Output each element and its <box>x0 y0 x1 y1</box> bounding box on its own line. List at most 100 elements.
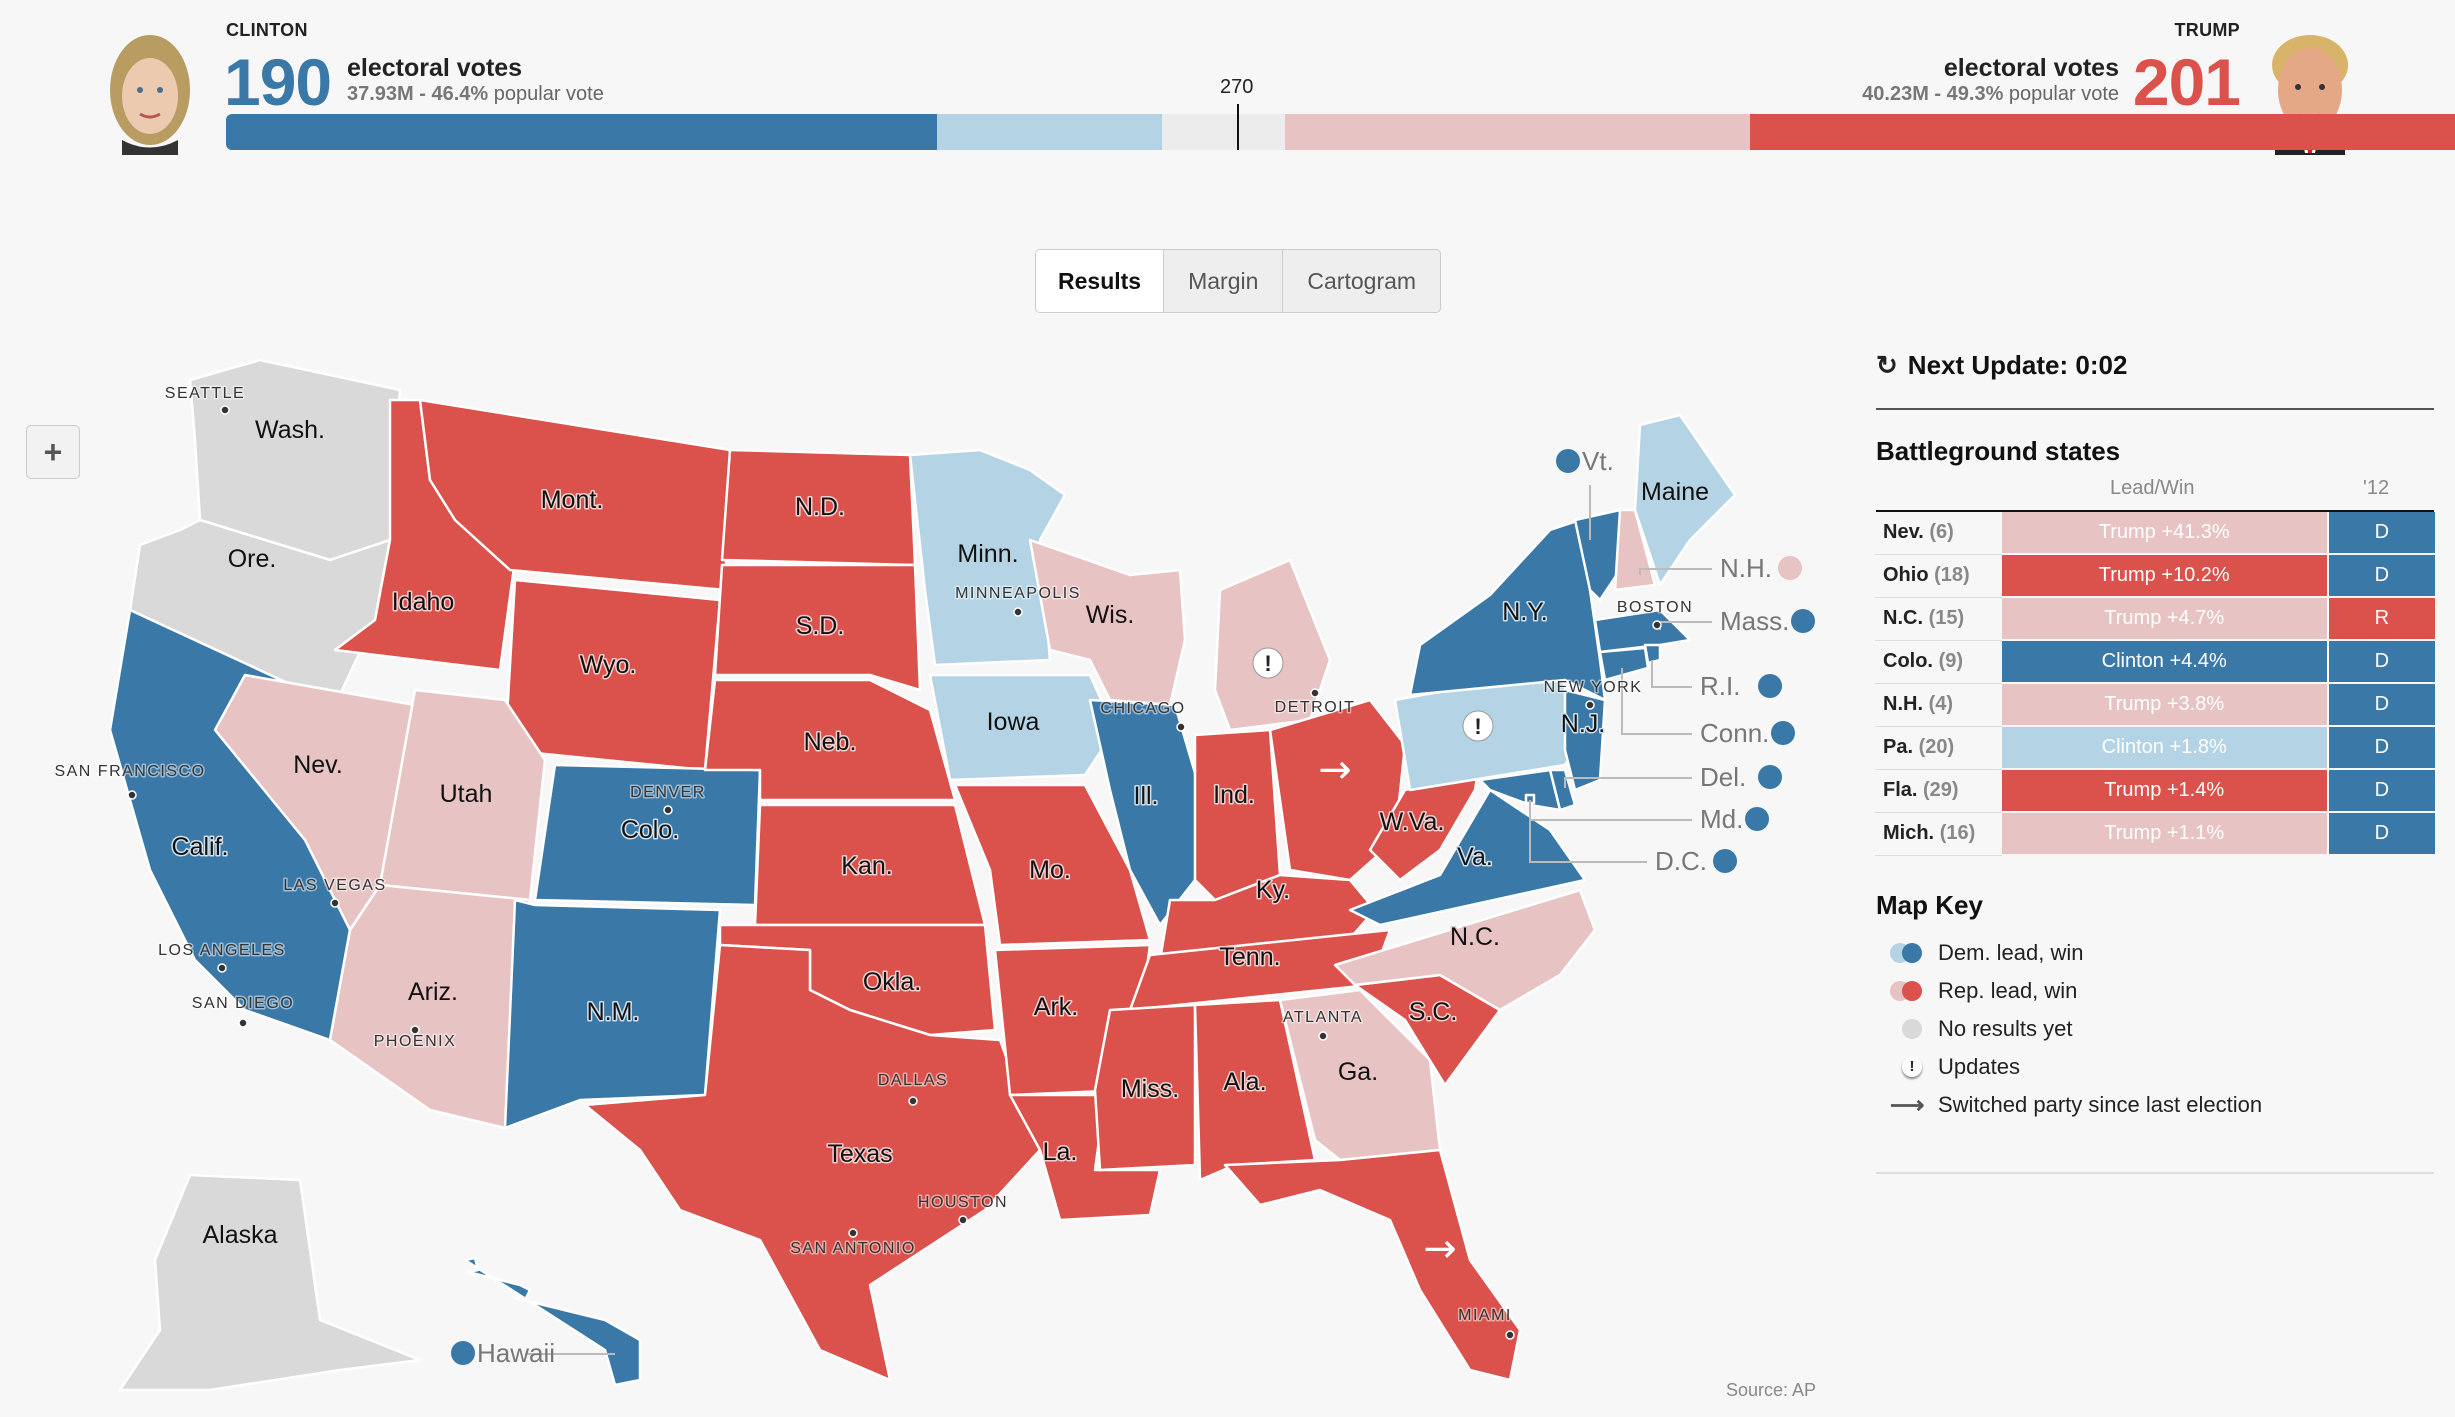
state-label: Mont. <box>541 486 604 514</box>
map-key-item: ⟶ Switched party since last election <box>1890 1090 2262 1120</box>
state-label: Iowa <box>987 708 1040 736</box>
state-label: Ariz. <box>408 978 458 1006</box>
state-label: N.M. <box>587 998 640 1026</box>
state-label: Idaho <box>392 588 455 616</box>
map-key-label: Updates <box>1938 1054 2020 1079</box>
city-label: BOSTON <box>1617 599 1693 616</box>
city-label: HOUSTON <box>918 1194 1008 1211</box>
map-key-title: Map Key <box>1876 890 1983 920</box>
state-label: Miss. <box>1121 1075 1179 1103</box>
city-dot <box>1013 607 1023 617</box>
city-dot <box>1585 700 1595 710</box>
city-dot <box>127 790 137 800</box>
row-lead: Trump +4.7% <box>2001 597 2328 641</box>
city-dot <box>238 1018 248 1028</box>
state-label: Ga. <box>1338 1058 1378 1086</box>
refresh-icon[interactable]: ↻ <box>1876 350 1898 381</box>
map-key-item: ! Updates <box>1890 1052 2020 1082</box>
state-conn[interactable] <box>1598 646 1650 682</box>
state-status-dot[interactable] <box>1745 807 1769 831</box>
state-status-dot[interactable] <box>1758 674 1782 698</box>
city-label: ATLANTA <box>1283 1009 1363 1026</box>
city-label: SAN ANTONIO <box>790 1240 916 1257</box>
row-lead: Clinton +1.8% <box>2001 726 2328 770</box>
battleground-row[interactable]: N.C. (15) Trump +4.7% R <box>1875 597 2435 641</box>
col-prev-header: '12 <box>2363 477 2390 499</box>
state-status-dot[interactable] <box>1556 449 1580 473</box>
update-alert-glyph: ! <box>1264 651 1271 676</box>
state-callout-label: R.I. <box>1700 671 1740 701</box>
state-label: Nev. <box>293 751 343 779</box>
update-alert-glyph: ! <box>1474 714 1481 739</box>
city-dot <box>1505 1330 1515 1340</box>
state-ind[interactable] <box>1193 728 1282 902</box>
battleground-row[interactable]: Colo. (9) Clinton +4.4% D <box>1875 640 2435 684</box>
state-label: N.Y. <box>1502 598 1547 626</box>
divider <box>1876 408 2434 410</box>
battleground-row[interactable]: N.H. (4) Trump +3.8% D <box>1875 683 2435 727</box>
row-2012-result: D <box>2326 512 2435 555</box>
row-state: N.C. (15) <box>1875 597 2002 641</box>
state-label: Texas <box>827 1140 892 1168</box>
map-key-item: Rep. lead, win <box>1890 976 2077 1006</box>
state-status-dot[interactable] <box>1778 556 1802 580</box>
state-callout-label: N.H. <box>1720 553 1772 583</box>
state-label: Va. <box>1457 843 1493 871</box>
row-2012-result: D <box>2326 554 2435 598</box>
state-label: S.D. <box>796 612 845 640</box>
battleground-row[interactable]: Nev. (6) Trump +41.3% D <box>1875 512 2435 555</box>
map-key-label: Dem. lead, win <box>1938 940 2084 965</box>
state-label: Utah <box>440 780 493 808</box>
state-label: N.D. <box>795 493 845 521</box>
city-label: DALLAS <box>878 1072 948 1089</box>
state-status-dot[interactable] <box>1713 849 1737 873</box>
rep-dots-icon <box>1890 981 1930 1001</box>
state-status-dot[interactable] <box>1791 609 1815 633</box>
state-label: Wyo. <box>580 651 637 679</box>
state-label: Alaska <box>202 1221 277 1249</box>
state-mass[interactable] <box>1593 608 1692 654</box>
switch-arrow-icon: ⟶ <box>1890 1091 1925 1119</box>
map-key-label: No results yet <box>1938 1016 2073 1041</box>
city-dot <box>848 1228 858 1238</box>
row-state: Pa. (20) <box>1875 726 2002 770</box>
city-dot <box>1310 688 1320 698</box>
col-lead-header: Lead/Win <box>2110 477 2195 499</box>
state-nj[interactable] <box>1563 688 1607 792</box>
row-state: N.H. (4) <box>1875 683 2002 727</box>
state-label: Wash. <box>255 416 325 444</box>
battleground-row[interactable]: Pa. (20) Clinton +1.8% D <box>1875 726 2435 770</box>
state-ariz[interactable] <box>328 883 532 1130</box>
state-label: Ala. <box>1223 1068 1266 1096</box>
map-key-item: No results yet <box>1890 1014 2073 1044</box>
next-update-label: Next Update: 0:02 <box>1907 350 2128 380</box>
state-status-dot[interactable] <box>1771 721 1795 745</box>
row-2012-result: R <box>2326 597 2435 641</box>
state-callout-label: Md. <box>1700 804 1743 834</box>
row-state: Fla. (29) <box>1875 769 2002 813</box>
city-dot <box>1318 1031 1328 1041</box>
row-lead: Trump +3.8% <box>2001 683 2328 727</box>
state-alaska[interactable] <box>118 1173 422 1392</box>
source-note: Source: AP <box>1726 1380 1817 1400</box>
state-status-dot[interactable] <box>451 1341 475 1365</box>
row-lead: Trump +10.2% <box>2001 554 2328 598</box>
state-label: Ore. <box>228 545 277 573</box>
state-label: Mo. <box>1029 856 1071 884</box>
city-dot <box>908 1096 918 1106</box>
battleground-title: Battleground states <box>1876 436 2121 466</box>
state-callout-label: Conn. <box>1700 718 1769 748</box>
row-state: Ohio (18) <box>1875 554 2002 598</box>
state-fla[interactable] <box>1223 1148 1522 1382</box>
state-status-dot[interactable] <box>1758 765 1782 789</box>
battleground-row[interactable]: Fla. (29) Trump +1.4% D <box>1875 769 2435 813</box>
battleground-row[interactable]: Mich. (16) Trump +1.1% D <box>1875 812 2435 856</box>
city-dot <box>1652 620 1662 630</box>
row-2012-result: D <box>2326 769 2435 813</box>
state-label: Colo. <box>621 816 679 844</box>
city-label: CHICAGO <box>1100 700 1185 717</box>
row-state: Colo. (9) <box>1875 640 2002 684</box>
city-dot <box>410 1025 420 1035</box>
state-label: Wis. <box>1086 601 1135 629</box>
battleground-row[interactable]: Ohio (18) Trump +10.2% D <box>1875 554 2435 598</box>
